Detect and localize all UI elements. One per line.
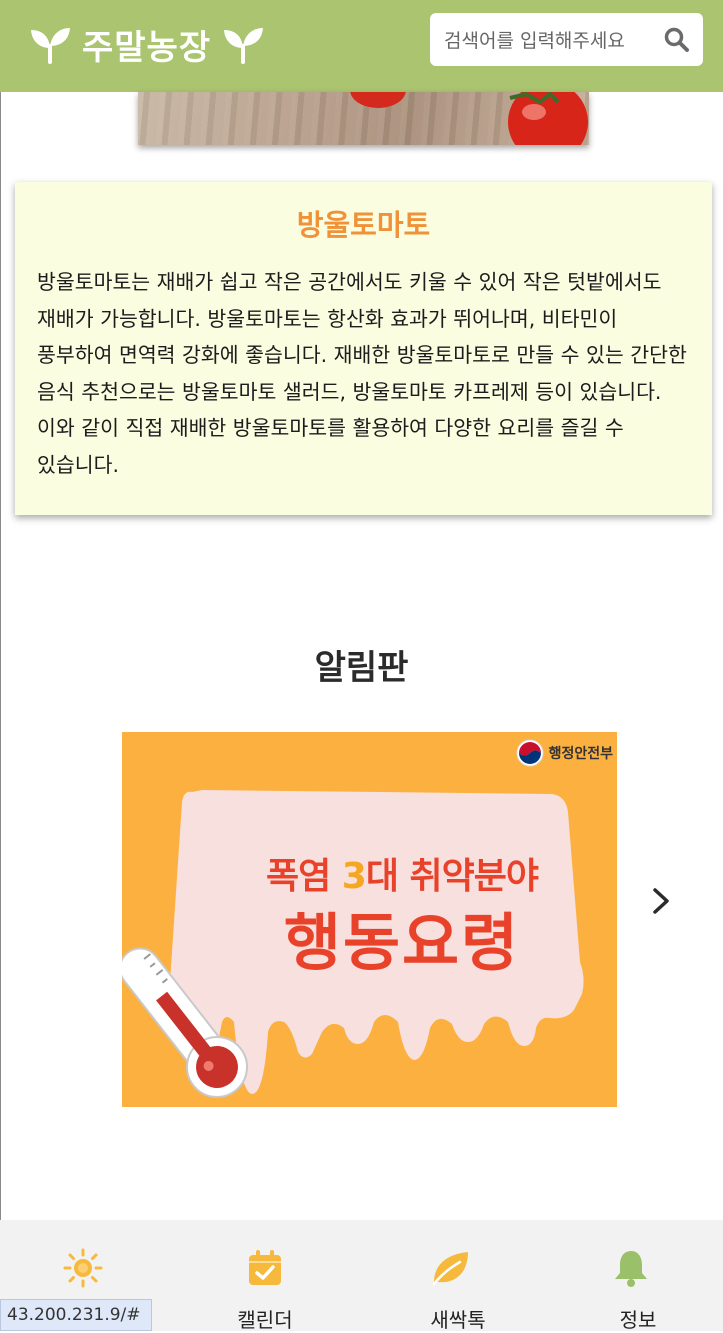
crop-info-card: 방울토마토 방울토마토는 재배가 쉽고 작은 공간에서도 키울 수 있어 작은 … <box>15 182 712 515</box>
nav-item-calendar[interactable]: 캘린더 <box>175 1220 355 1332</box>
chevron-right-icon[interactable] <box>648 884 674 918</box>
app-header: 주말농장 <box>0 0 723 92</box>
leaf-icon <box>432 1252 468 1286</box>
bell-icon <box>615 1251 647 1287</box>
status-bar-url: 43.200.231.9/# <box>0 1299 152 1331</box>
logo-text: 주말농장 <box>82 27 212 68</box>
sprout-icon <box>31 28 70 64</box>
thermometer-icon <box>122 947 248 1098</box>
card-description: 방울토마토는 재배가 쉽고 작은 공간에서도 키울 수 있어 작은 텃밭에서도 … <box>37 270 687 477</box>
nav-label: 정보 <box>619 1308 657 1332</box>
nav-item-info[interactable]: 정보 <box>548 1220 723 1332</box>
nav-label: 캘린더 <box>237 1308 293 1332</box>
search-input[interactable] <box>442 13 661 68</box>
nav-item-sprout-talk[interactable]: 새싹톡 <box>368 1220 548 1332</box>
notice-banner[interactable]: 행정안전부 폭염 3대 취약분야 행동요령 <box>122 732 617 1107</box>
card-title: 방울토마토 <box>296 208 431 242</box>
calendar-check-icon <box>249 1250 281 1285</box>
notice-board-title: 알림판 <box>314 648 409 688</box>
logo[interactable]: 주말농장 <box>28 18 265 70</box>
search-icon[interactable] <box>663 26 691 54</box>
hero-image <box>138 92 589 145</box>
sprout-icon <box>224 28 264 64</box>
search-box <box>430 13 703 68</box>
tomato-image <box>350 92 588 145</box>
nav-label: 새싹톡 <box>430 1308 486 1332</box>
sun-icon <box>63 1248 103 1288</box>
